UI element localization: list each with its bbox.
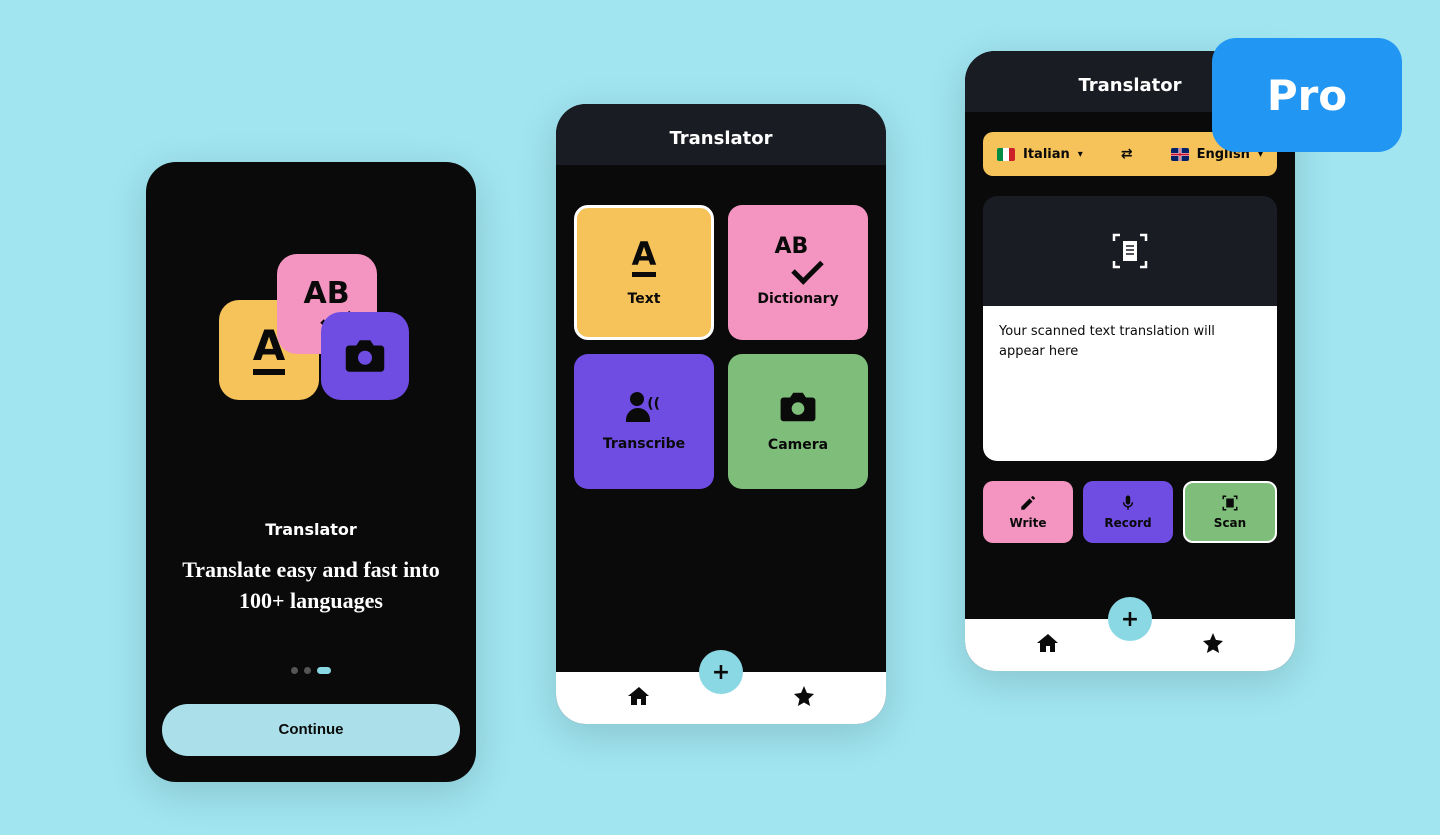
bottom-nav: + [965, 619, 1295, 671]
letter-a-icon: A [632, 238, 657, 277]
swap-languages-button[interactable]: ⇄ [1121, 146, 1133, 162]
record-button[interactable]: Record [1083, 481, 1173, 543]
edit-icon [1019, 494, 1037, 512]
transcribe-tile[interactable]: (( Transcribe [574, 354, 714, 489]
translation-result-area: Your scanned text translation will appea… [983, 306, 1277, 461]
star-icon [792, 684, 816, 708]
home-icon [627, 684, 651, 708]
app-title: Translator [146, 520, 476, 539]
plus-icon: + [712, 660, 730, 685]
home-button[interactable] [1036, 631, 1060, 659]
plus-icon: + [1121, 607, 1139, 632]
pro-label: Pro [1267, 71, 1347, 120]
scan-container: Your scanned text translation will appea… [983, 196, 1277, 461]
dictionary-tile[interactable]: AB Dictionary [728, 205, 868, 340]
camera-card-icon [321, 312, 409, 400]
tile-label: Text [628, 291, 661, 307]
write-button[interactable]: Write [983, 481, 1073, 543]
camera-icon [779, 391, 817, 423]
scan-button[interactable]: Scan [1183, 481, 1277, 543]
home-button[interactable] [627, 684, 651, 712]
camera-icon [344, 338, 386, 374]
scan-preview-area [983, 196, 1277, 306]
action-label: Write [1010, 516, 1047, 530]
onboarding-headline: Translate easy and fast into 100+ langua… [146, 555, 476, 617]
header-title: Translator [556, 104, 886, 165]
home-icon [1036, 631, 1060, 655]
italian-flag-icon [997, 148, 1015, 161]
camera-tile[interactable]: Camera [728, 354, 868, 489]
favorites-button[interactable] [792, 684, 816, 712]
person-voice-icon: (( [626, 392, 662, 422]
text-tile[interactable]: A Text [574, 205, 714, 340]
scan-document-icon [1110, 231, 1150, 271]
add-button[interactable]: + [699, 650, 743, 694]
action-label: Scan [1214, 516, 1246, 530]
input-actions: Write Record Scan [983, 481, 1277, 543]
pro-badge: Pro [1212, 38, 1402, 152]
page-dot-active[interactable] [317, 667, 331, 674]
feature-cards-illustration: A AB [211, 242, 411, 442]
star-icon [1201, 631, 1225, 655]
microphone-icon [1119, 494, 1137, 512]
favorites-button[interactable] [1201, 631, 1225, 659]
scan-icon [1221, 494, 1239, 512]
feature-tiles: A Text AB Dictionary (( Transcribe Camer… [556, 165, 886, 489]
language-from-selector[interactable]: Italian ▾ [997, 147, 1083, 162]
tile-label: Dictionary [757, 291, 838, 307]
action-label: Record [1104, 516, 1151, 530]
bottom-nav: + [556, 672, 886, 724]
continue-button[interactable]: Continue [162, 704, 460, 756]
tile-label: Camera [768, 437, 828, 453]
tile-label: Transcribe [603, 436, 685, 452]
english-flag-icon [1171, 148, 1189, 161]
ab-check-icon: AB [775, 238, 822, 277]
chevron-down-icon: ▾ [1078, 149, 1083, 160]
add-button[interactable]: + [1108, 597, 1152, 641]
language-from-label: Italian [1023, 147, 1070, 162]
page-dot[interactable] [291, 667, 298, 674]
page-indicator [146, 667, 476, 674]
categories-screen: Translator A Text AB Dictionary (( Trans… [556, 104, 886, 724]
onboarding-screen: A AB Translator Translate easy and fast … [146, 162, 476, 782]
page-dot[interactable] [304, 667, 311, 674]
